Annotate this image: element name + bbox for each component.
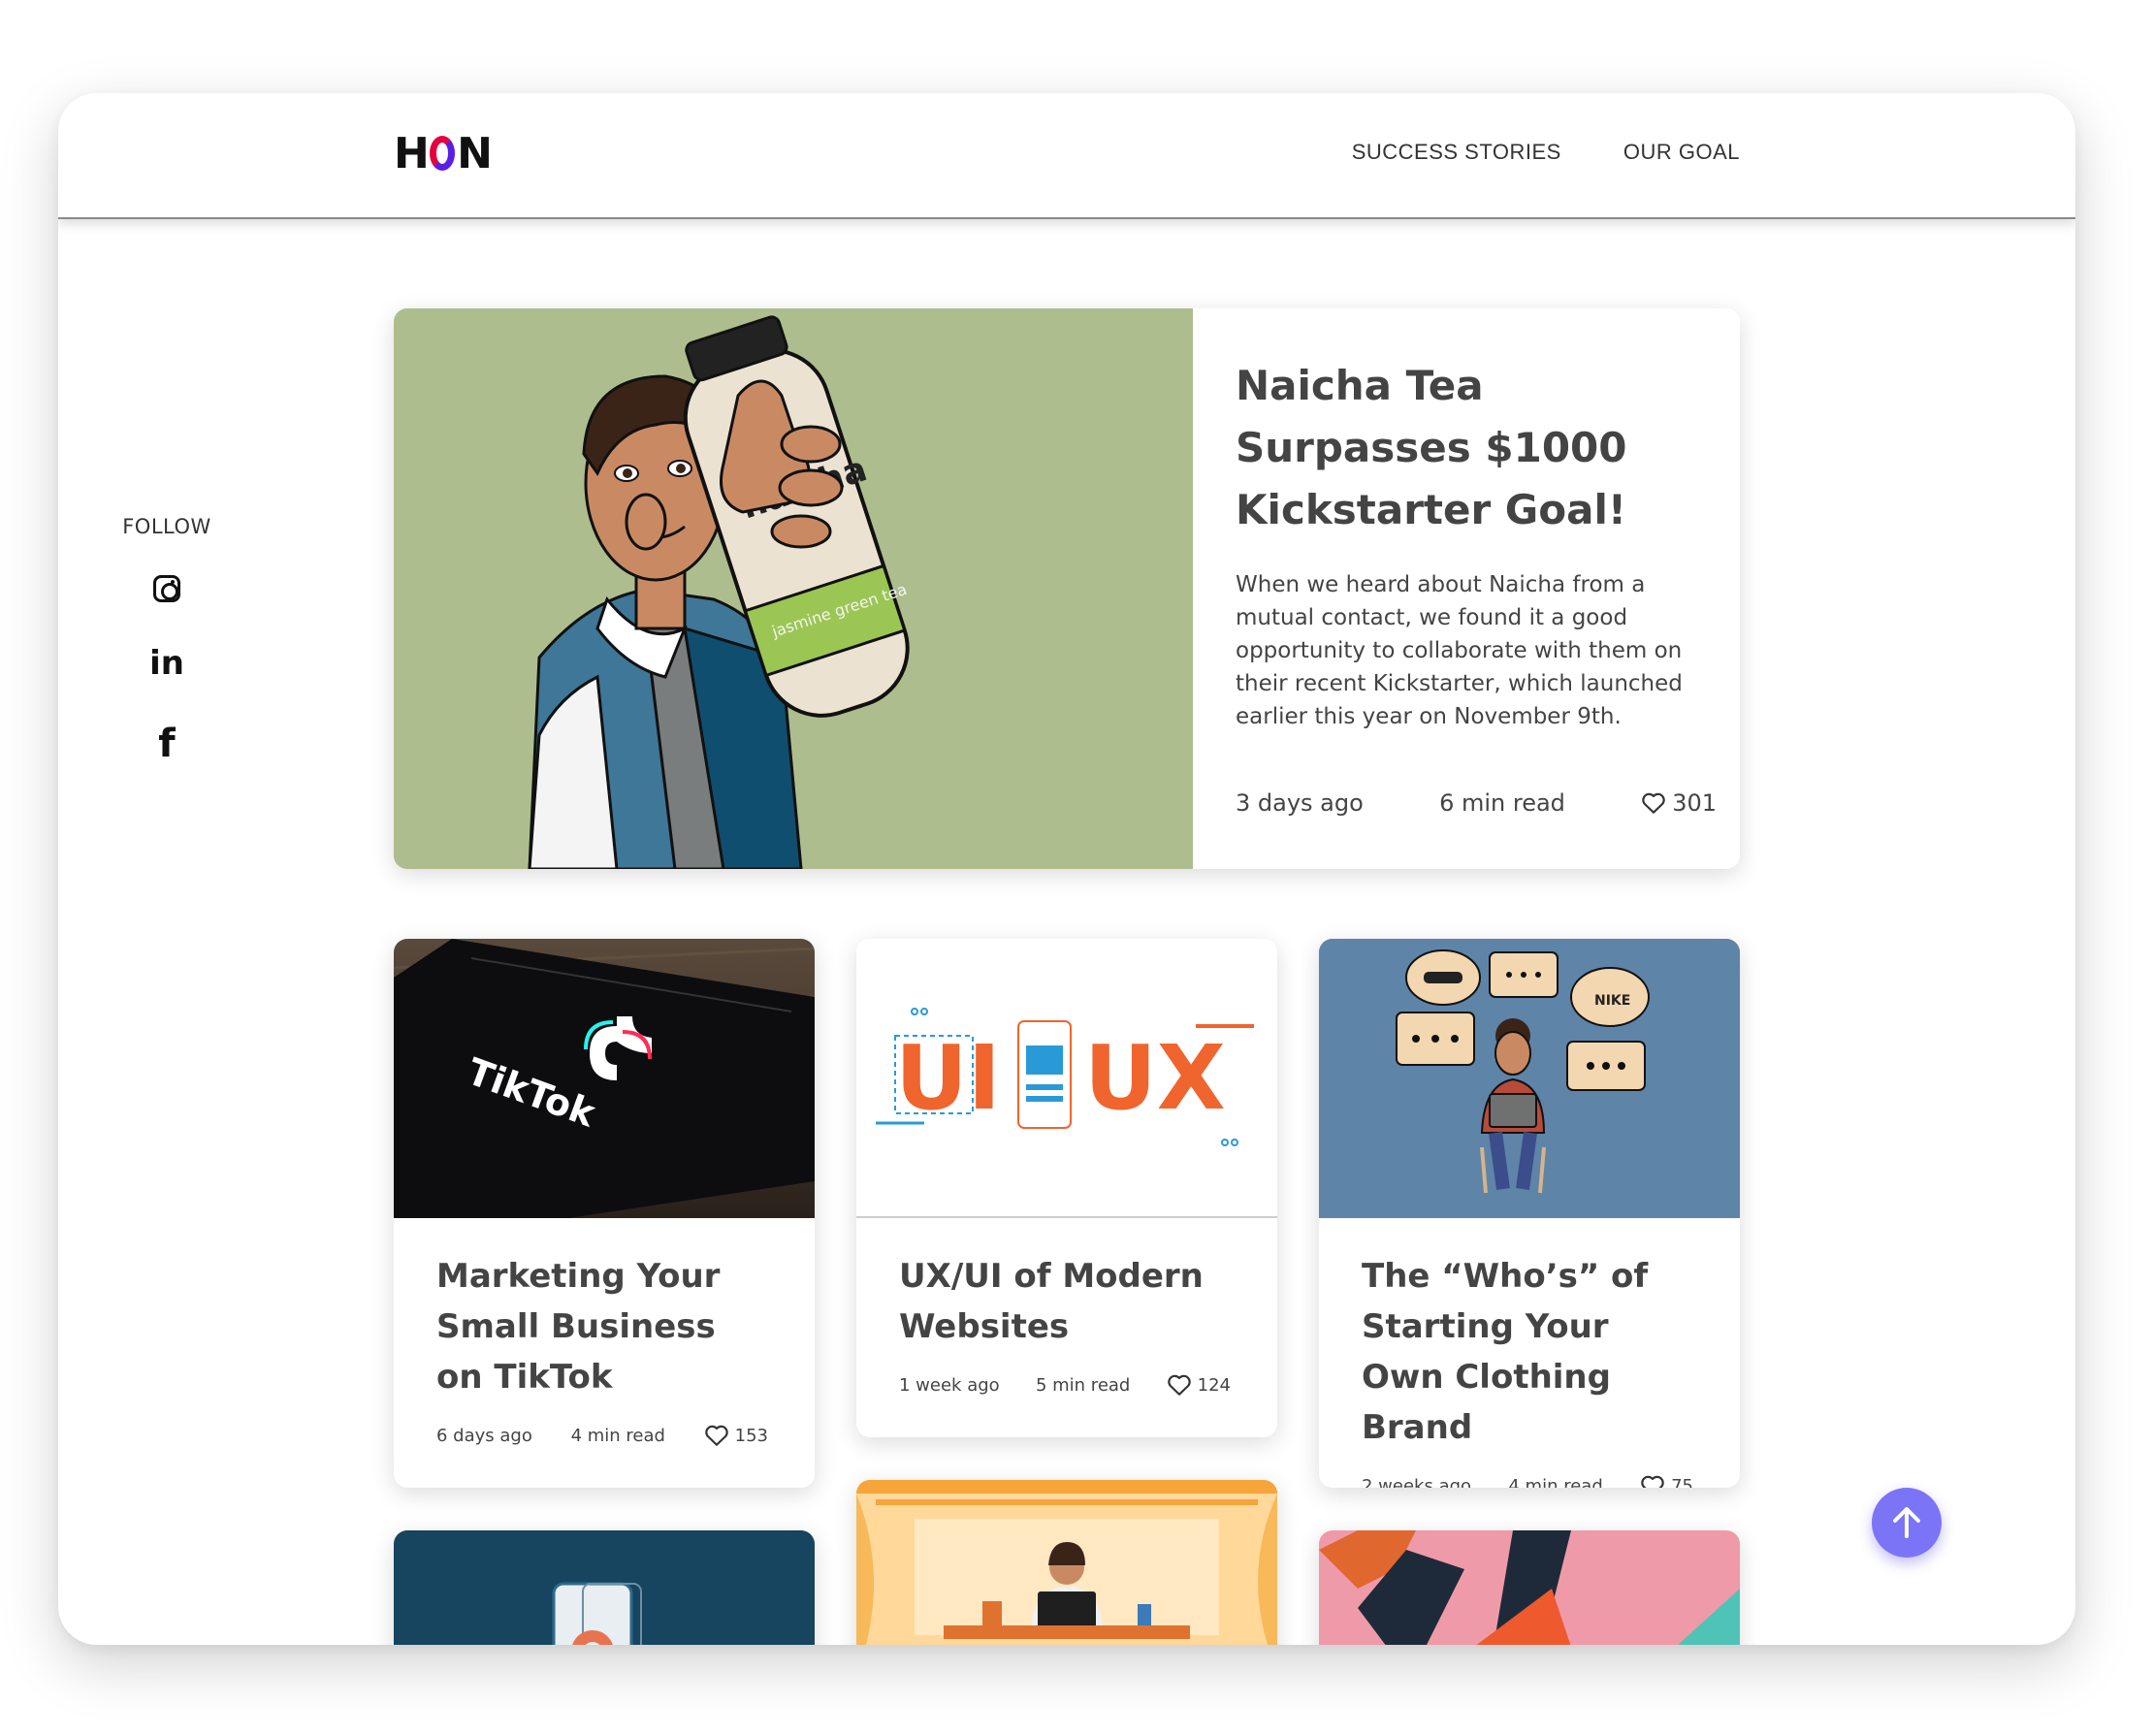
article-read-time: 4 min read (570, 1425, 665, 1446)
article-card-image (394, 1530, 815, 1645)
article-card-partial-3[interactable] (1319, 1530, 1740, 1645)
naicha-illustration: naicha jasmine green tea (394, 308, 1193, 869)
article-card-title[interactable]: Marketing Your Small Business on TikTok (436, 1251, 772, 1402)
article-like-button[interactable]: 124 (1167, 1373, 1231, 1397)
article-card-body: Marketing Your Small Business on TikTok … (394, 1218, 815, 1447)
follow-sidebar: FOLLOW in f (118, 515, 215, 763)
article-card-body: UX/UI of Modern Websites 1 week ago 5 mi… (856, 1218, 1277, 1397)
heart-icon (1167, 1374, 1191, 1396)
featured-posted-date: 3 days ago (1236, 789, 1364, 817)
article-card-meta: 1 week ago 5 min read 124 (899, 1373, 1235, 1397)
follow-label: FOLLOW (122, 515, 211, 538)
featured-read-time: 6 min read (1439, 789, 1565, 817)
article-like-count: 75 (1671, 1475, 1693, 1489)
uiux-illustration: UI UX (856, 939, 1277, 1216)
nav-success-stories[interactable]: SUCCESS STORIES (1352, 140, 1561, 165)
featured-article-body: Naicha Tea Surpasses $1000 Kickstarter G… (1236, 355, 1717, 733)
featured-article-meta: 3 days ago 6 min read 301 (1236, 789, 1717, 817)
article-like-button[interactable]: 153 (704, 1424, 768, 1447)
article-card-meta: 2 weeks ago 4 min read 75 (1362, 1474, 1697, 1488)
article-card-partial-1[interactable] (394, 1530, 815, 1645)
article-card-partial-2[interactable] (856, 1480, 1277, 1645)
logo-letter-n: N (457, 128, 493, 178)
abstract-clothing-illustration (1319, 1530, 1740, 1645)
scroll-to-top-button[interactable] (1872, 1488, 1942, 1558)
nav-our-goal[interactable]: OUR GOAL (1623, 140, 1740, 165)
featured-article-image: naicha jasmine green tea (394, 308, 1193, 869)
article-posted-date: 2 weeks ago (1362, 1475, 1472, 1489)
article-card-tiktok[interactable]: TikTok Marketing Your Small Business on … (394, 939, 815, 1488)
article-like-count: 124 (1197, 1374, 1231, 1396)
featured-article-card[interactable]: naicha jasmine green tea Naicha Tea Surp… (394, 308, 1740, 869)
heart-icon (1641, 1475, 1664, 1488)
article-like-button[interactable]: 75 (1640, 1474, 1693, 1488)
browser-frame: H N SUCCESS STORIES OUR GOAL FOLLOW in f (58, 93, 2075, 1645)
facebook-icon[interactable]: f (158, 724, 175, 763)
ui-letters: UI (895, 1026, 1001, 1130)
logo-ring-icon (429, 136, 456, 171)
article-card-image: UI UX (856, 939, 1277, 1218)
main-nav: SUCCESS STORIES OUR GOAL (1352, 140, 1740, 165)
article-card-title[interactable]: UX/UI of Modern Websites (899, 1251, 1235, 1352)
featured-like-button[interactable]: 301 (1641, 789, 1717, 817)
article-read-time: 4 min read (1508, 1475, 1603, 1489)
article-posted-date: 1 week ago (899, 1374, 1000, 1396)
instagram-icon[interactable] (153, 575, 180, 602)
arrow-up-icon (1893, 1507, 1920, 1538)
article-like-count: 153 (734, 1425, 768, 1446)
logo-letter-h: H (394, 128, 430, 178)
clothing-brand-illustration: NIKE (1319, 939, 1740, 1218)
linkedin-icon[interactable]: in (149, 647, 184, 680)
heart-icon (704, 1425, 728, 1446)
tiktok-phone-image: TikTok (394, 939, 815, 1218)
article-card-image (856, 1480, 1277, 1645)
article-posted-date: 6 days ago (436, 1425, 532, 1446)
heart-icon (1642, 792, 1665, 814)
nike-logo-text: NIKE (1594, 993, 1630, 1009)
article-card-title[interactable]: The “Who’s” of Starting Your Own Clothin… (1362, 1251, 1697, 1453)
article-card-meta: 6 days ago 4 min read 153 (436, 1424, 772, 1447)
site-logo[interactable]: H N (394, 128, 493, 178)
article-read-time: 5 min read (1035, 1374, 1131, 1396)
article-card-image (1319, 1530, 1740, 1645)
article-card-image: TikTok (394, 939, 815, 1218)
remote-work-illustration (856, 1480, 1277, 1645)
social-links: in f (118, 575, 215, 763)
ux-letters: UX (1084, 1026, 1226, 1130)
article-card-uxui[interactable]: UI UX UX/UI of Modern Websites 1 week ag… (856, 939, 1277, 1437)
featured-article-title[interactable]: Naicha Tea Surpasses $1000 Kickstarter G… (1236, 355, 1717, 541)
featured-like-count: 301 (1672, 789, 1717, 817)
featured-article-excerpt: When we heard about Naicha from a mutual… (1236, 572, 1683, 729)
mobile-app-illustration (394, 1530, 815, 1645)
article-card-body: The “Who’s” of Starting Your Own Clothin… (1319, 1218, 1740, 1488)
site-header: H N SUCCESS STORIES OUR GOAL (58, 93, 2075, 219)
article-card-image: NIKE (1319, 939, 1740, 1218)
article-card-clothing[interactable]: NIKE The “Who’s” of Starting Your Own Cl… (1319, 939, 1740, 1488)
